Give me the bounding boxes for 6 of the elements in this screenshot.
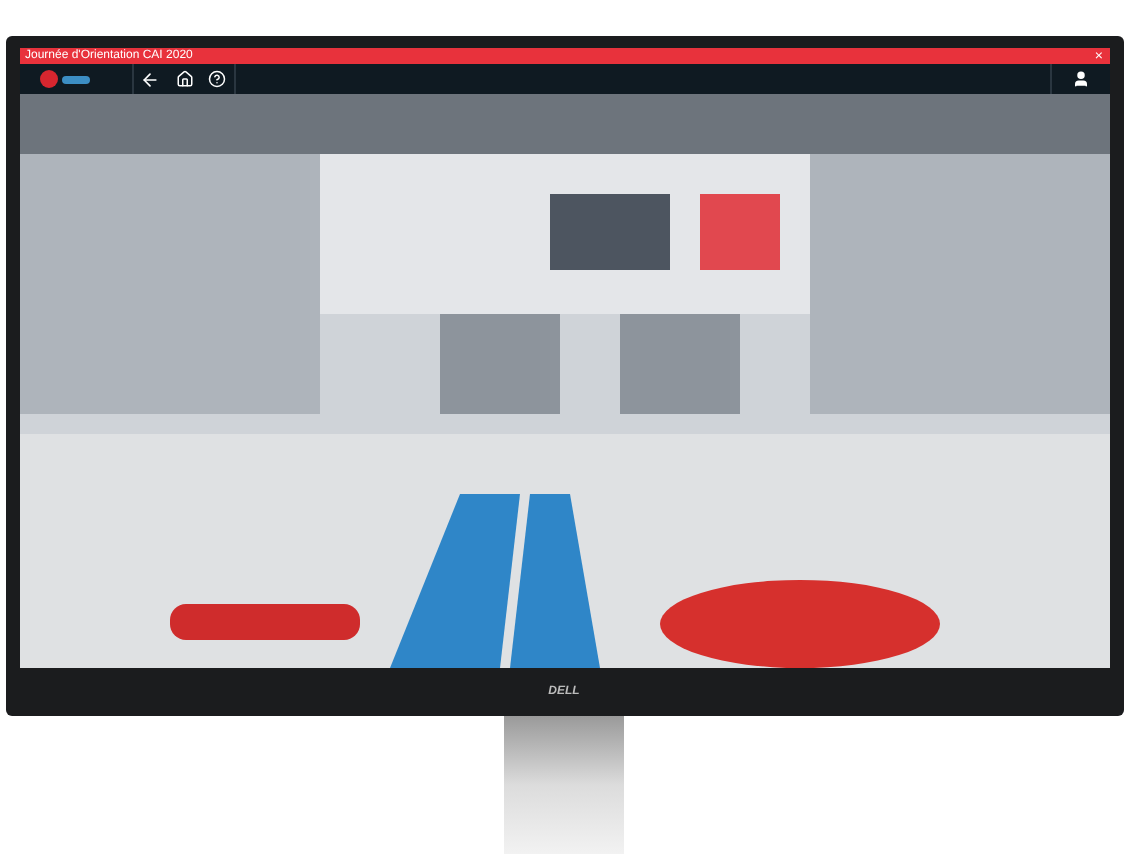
back-arrow-icon <box>140 69 160 89</box>
help-icon <box>208 70 226 88</box>
home-icon <box>175 70 193 88</box>
user-icon <box>1071 70 1089 88</box>
logo-icon <box>39 69 91 89</box>
monitor-stand <box>504 716 624 854</box>
